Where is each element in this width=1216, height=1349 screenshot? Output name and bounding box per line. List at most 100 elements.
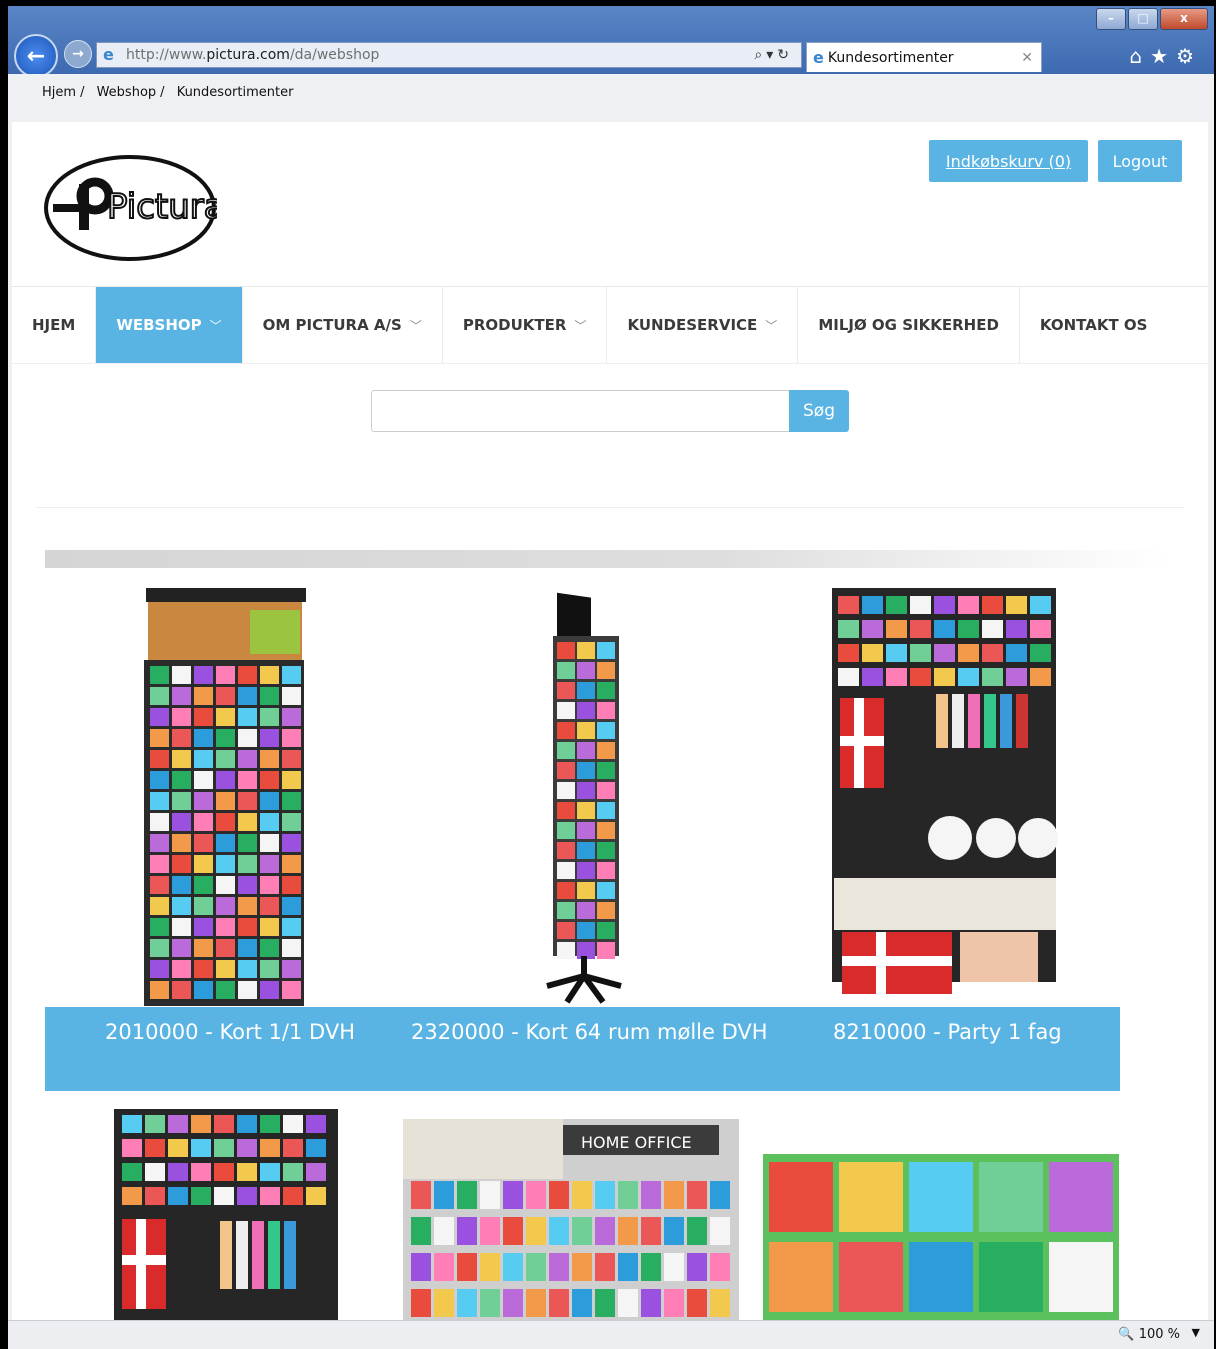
product-image-party-rack[interactable] (830, 588, 1062, 1006)
product-image-tile (172, 855, 191, 873)
browser-tab[interactable]: e Kundesortimenter ✕ (806, 42, 1042, 72)
nav-label: PRODUKTER (462, 316, 567, 334)
product-image-tile (710, 1289, 730, 1317)
product-image-party-rack-2[interactable] (114, 1109, 338, 1320)
product-image-tile (172, 792, 191, 810)
product-image-tile (597, 922, 615, 939)
product-image-tile (283, 1163, 303, 1181)
product-image-tile (862, 668, 883, 686)
window-controls: – □ x (1094, 8, 1208, 30)
cart-button[interactable]: Indkøbskurv (0) (929, 140, 1088, 182)
product-image-tile (172, 729, 191, 747)
product-image-tile (557, 762, 575, 779)
forward-button[interactable]: → (64, 40, 92, 68)
product-image-tile (168, 1115, 188, 1133)
address-bar[interactable]: e http://www. pictura.com/da/webshop ⌕▾↻ (96, 42, 802, 68)
product-caption[interactable]: 8210000 - Party 1 fag (833, 1020, 1062, 1044)
product-image-tile (577, 882, 595, 899)
breadcrumb-item-webshop[interactable]: Webshop (97, 85, 157, 100)
logout-button[interactable]: Logout (1098, 140, 1182, 182)
product-image-tile (282, 981, 301, 999)
product-image-tile (1030, 620, 1051, 638)
product-image-tile (958, 644, 979, 662)
product-image-tile (194, 855, 213, 873)
nav-item-kundeservice[interactable]: KUNDESERVICE ﹀ (607, 287, 799, 363)
product-image-tile (216, 729, 235, 747)
product-image-tile (434, 1217, 454, 1245)
breadcrumb-item-home[interactable]: Hjem (42, 85, 76, 100)
product-image-tile (306, 1187, 326, 1205)
product-image-tile (150, 960, 169, 978)
browser-chrome: – □ x ← → e http://www. pictura.com/da/we… (8, 6, 1214, 78)
zoom-level[interactable]: 🔍 100 % (1118, 1327, 1180, 1342)
product-image-tile (503, 1253, 523, 1281)
nav-item-produkter[interactable]: PRODUKTER ﹀ (443, 287, 608, 363)
product-image-stickers[interactable] (763, 1154, 1119, 1320)
nav-item-webshop[interactable]: WEBSHOP ﹀ (96, 287, 243, 363)
product-image-tile (150, 897, 169, 915)
product-image-tile (216, 876, 235, 894)
product-image-tile (237, 1163, 257, 1181)
search-icon[interactable]: ⌕ (754, 47, 766, 63)
pictura-logo[interactable]: Pictura (43, 154, 217, 262)
close-tab-icon[interactable]: ✕ (1021, 50, 1033, 66)
product-image-tile (641, 1181, 661, 1209)
product-image-tile (597, 942, 615, 959)
nav-item-kontakt[interactable]: KONTAKT OS (1020, 287, 1168, 363)
dropdown-icon[interactable]: ▾ (766, 47, 777, 63)
divider (36, 507, 1184, 508)
product-image-home-office[interactable]: HOME OFFICE (403, 1119, 739, 1320)
product-caption[interactable]: 2010000 - Kort 1/1 DVH (105, 1020, 355, 1044)
product-image-tile (597, 722, 615, 739)
product-image-tile (194, 708, 213, 726)
ie-logo-icon: e (813, 48, 824, 67)
star-icon[interactable]: ★ (1150, 44, 1176, 68)
product-image-tile (597, 862, 615, 879)
product-image-tile (172, 960, 191, 978)
product-image-tile (1049, 1242, 1113, 1312)
product-caption[interactable]: 2320000 - Kort 64 rum mølle DVH (411, 1020, 768, 1044)
product-image-tile (457, 1253, 477, 1281)
product-image-spinner-rack[interactable] (537, 588, 629, 1006)
product-image-tile (150, 855, 169, 873)
product-image-tile (982, 668, 1003, 686)
page-content: Pictura Indkøbskurv (0) Logout HJEM WEBS… (12, 122, 1208, 1320)
search-button[interactable]: Søg (789, 390, 849, 432)
product-image-tile (172, 750, 191, 768)
close-window-button[interactable]: x (1160, 8, 1208, 30)
product-image-tile (238, 666, 257, 684)
back-button[interactable]: ← (14, 34, 58, 78)
product-image-tile (238, 792, 257, 810)
product-image-tile (557, 922, 575, 939)
product-image-tile (306, 1115, 326, 1133)
product-image-tile (260, 1139, 280, 1157)
product-image-tile (238, 981, 257, 999)
url-path: /da/webshop (289, 47, 380, 63)
gear-icon[interactable]: ⚙ (1176, 44, 1202, 68)
chevron-down-icon[interactable]: ▼ (1192, 1326, 1200, 1339)
product-image-tile (557, 842, 575, 859)
product-image-tile (577, 862, 595, 879)
refresh-icon[interactable]: ↻ (777, 47, 793, 63)
product-image-tile (934, 644, 955, 662)
product-image-tile (557, 902, 575, 919)
search-input[interactable] (371, 390, 789, 432)
product-image-tile (769, 1242, 833, 1312)
product-image-tile (237, 1187, 257, 1205)
product-image-tile (282, 939, 301, 957)
maximize-button[interactable]: □ (1128, 8, 1158, 30)
nav-item-om-pictura[interactable]: OM PICTURA A/S ﹀ (243, 287, 443, 363)
product-image-tile (597, 782, 615, 799)
nav-item-miljo[interactable]: MILJØ OG SIKKERHED (798, 287, 1020, 363)
product-image-tile (526, 1217, 546, 1245)
product-image-tile (664, 1217, 684, 1245)
nav-item-hjem[interactable]: HJEM (12, 287, 97, 363)
product-image-card-rack[interactable] (140, 588, 310, 1006)
minimize-button[interactable]: – (1096, 8, 1126, 30)
ie-logo-icon: e (103, 45, 114, 64)
home-icon[interactable]: ⌂ (1129, 44, 1150, 68)
product-image-tile (687, 1253, 707, 1281)
product-image-tile (260, 792, 279, 810)
product-image-tile (572, 1181, 592, 1209)
product-image-tile (411, 1217, 431, 1245)
